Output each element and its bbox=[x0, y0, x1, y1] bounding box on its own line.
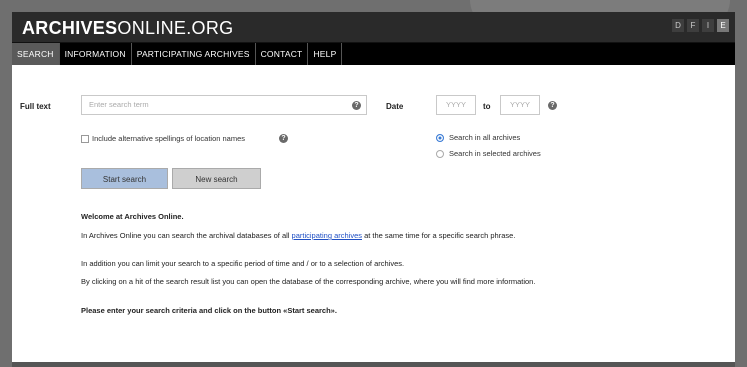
main-nav: SEARCH INFORMATION PARTICIPATING ARCHIVE… bbox=[12, 42, 735, 65]
logo-light: ONLINE.ORG bbox=[117, 18, 234, 38]
date-help-icon[interactable]: ? bbox=[548, 101, 557, 110]
full-text-help-icon[interactable]: ? bbox=[352, 101, 361, 110]
p1-text-before: In Archives Online you can search the ar… bbox=[81, 231, 292, 240]
welcome-paragraph-1: In Archives Online you can search the ar… bbox=[81, 230, 556, 242]
site-header: ARCHIVESONLINE.ORG D F I E bbox=[12, 12, 735, 42]
date-from-input[interactable]: YYYY bbox=[436, 95, 476, 115]
lang-i[interactable]: I bbox=[702, 19, 714, 32]
lang-d[interactable]: D bbox=[672, 19, 684, 32]
new-search-button[interactable]: New search bbox=[172, 168, 261, 189]
radio-selected-archives[interactable] bbox=[436, 150, 444, 158]
participating-archives-link[interactable]: participating archives bbox=[292, 231, 362, 240]
language-switcher: D F I E bbox=[672, 19, 729, 32]
date-to-label: to bbox=[483, 102, 491, 111]
logo-bold: ARCHIVES bbox=[22, 18, 118, 38]
nav-help[interactable]: HELP bbox=[308, 43, 343, 65]
alt-spellings-checkbox[interactable] bbox=[81, 135, 89, 143]
start-search-button[interactable]: Start search bbox=[81, 168, 168, 189]
welcome-paragraph-4: Please enter your search criteria and cl… bbox=[81, 306, 337, 315]
browser-window: ARCHIVESONLINE.ORG D F I E SEARCH INFORM… bbox=[12, 12, 735, 367]
lang-e[interactable]: E bbox=[717, 19, 729, 32]
footer-bar bbox=[12, 362, 735, 367]
full-text-input[interactable]: Enter search term bbox=[81, 95, 367, 115]
nav-search[interactable]: SEARCH bbox=[12, 43, 60, 65]
nav-contact[interactable]: CONTACT bbox=[256, 43, 309, 65]
date-label: Date bbox=[386, 102, 404, 111]
alt-spellings-help-icon[interactable]: ? bbox=[279, 134, 288, 143]
welcome-paragraph-2: In addition you can limit your search to… bbox=[81, 259, 405, 268]
welcome-heading: Welcome at Archives Online. bbox=[81, 212, 184, 221]
search-page: Full text Enter search term ? Date YYYY … bbox=[12, 65, 735, 365]
lang-f[interactable]: F bbox=[687, 19, 699, 32]
nav-information[interactable]: INFORMATION bbox=[60, 43, 132, 65]
radio-all-archives[interactable] bbox=[436, 134, 444, 142]
date-to-input[interactable]: YYYY bbox=[500, 95, 540, 115]
full-text-label: Full text bbox=[20, 102, 51, 111]
radio-all-archives-label: Search in all archives bbox=[449, 133, 521, 142]
alt-spellings-label: Include alternative spellings of locatio… bbox=[92, 134, 246, 143]
radio-selected-archives-label: Search in selected archives bbox=[449, 149, 541, 158]
nav-participating-archives[interactable]: PARTICIPATING ARCHIVES bbox=[132, 43, 256, 65]
welcome-paragraph-3: By clicking on a hit of the search resul… bbox=[81, 277, 536, 286]
site-logo[interactable]: ARCHIVESONLINE.ORG bbox=[22, 18, 233, 39]
p1-text-after: at the same time for a specific search p… bbox=[362, 231, 516, 240]
